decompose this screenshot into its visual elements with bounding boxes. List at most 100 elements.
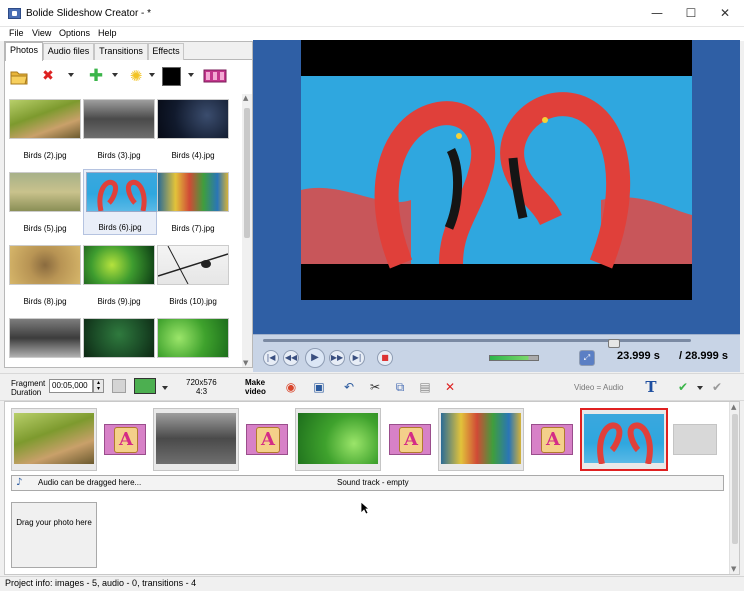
save-icon[interactable]: ▣: [311, 379, 327, 395]
effects-dropdown-icon[interactable]: [149, 73, 155, 77]
fragment-color-swatch[interactable]: [112, 379, 126, 393]
menu-view[interactable]: View: [32, 28, 51, 38]
photo-thumb[interactable]: Birds (7).jpg: [157, 172, 231, 239]
current-time: 23.999 s: [617, 350, 660, 362]
next-icon[interactable]: ▶▶: [329, 350, 345, 366]
make-video-button[interactable]: Make video: [245, 378, 275, 396]
add-dropdown-icon[interactable]: [112, 73, 118, 77]
timeline-transition[interactable]: A: [531, 424, 573, 455]
maximize-button[interactable]: ☐: [674, 0, 708, 27]
go-to-start-icon[interactable]: |◀: [263, 350, 279, 366]
photo-thumb[interactable]: Birds (2).jpg: [9, 99, 83, 166]
go-to-end-icon[interactable]: ▶|: [349, 350, 365, 366]
mouse-cursor-icon: [360, 501, 370, 515]
timeline-transition[interactable]: A: [104, 424, 146, 455]
timeline-scrollbar[interactable]: ▲ ▼: [729, 402, 739, 574]
photo-caption: Birds (7).jpg: [171, 224, 215, 233]
color-dropdown-icon[interactable]: [188, 73, 194, 77]
fullscreen-icon[interactable]: ⤢: [579, 350, 595, 366]
sound-track[interactable]: ♪ Audio can be dragged here... Sound tra…: [11, 475, 724, 491]
add-icon[interactable]: ✚: [87, 68, 105, 85]
media-tabs: Photos Audio files Transitions Effects: [5, 42, 252, 61]
transition-icon: A: [114, 427, 138, 453]
fragment-thumbnail-icon[interactable]: [134, 378, 156, 394]
apply-all-icon[interactable]: ✔: [709, 379, 725, 395]
checkmark-dropdown-icon[interactable]: [697, 386, 703, 390]
scroll-down-icon[interactable]: ▼: [731, 565, 736, 573]
paste-icon[interactable]: ▤: [417, 379, 433, 395]
filmstrip-icon[interactable]: [203, 68, 227, 85]
photo-thumb[interactable]: Birds (10).jpg: [157, 245, 231, 312]
photo-thumb[interactable]: Birds (8).jpg: [9, 245, 83, 312]
menu-help[interactable]: Help: [98, 28, 117, 38]
timeline-slide-selected[interactable]: [580, 408, 668, 471]
timeline-empty-slot[interactable]: [673, 424, 717, 455]
status-bar: Project info: images - 5, audio - 0, tra…: [0, 576, 744, 591]
music-note-icon: ♪: [16, 477, 23, 488]
total-time: / 28.999 s: [679, 350, 728, 362]
menu-bar: File View Options Help: [0, 27, 744, 41]
volume-slider[interactable]: [489, 355, 539, 361]
scrollbar-thumb[interactable]: [244, 108, 250, 238]
close-button[interactable]: ✕: [708, 0, 742, 27]
timeline-slide[interactable]: [11, 408, 97, 471]
photo-thumb[interactable]: [83, 318, 157, 367]
photo-thumb[interactable]: [9, 318, 83, 367]
tab-photos[interactable]: Photos: [5, 42, 43, 61]
photo-thumb-selected[interactable]: Birds (6).jpg: [83, 169, 158, 235]
checkmark-icon[interactable]: ✔: [675, 379, 691, 395]
timeline-slide[interactable]: [438, 408, 524, 471]
undo-icon[interactable]: ↶: [341, 379, 357, 395]
open-folder-icon[interactable]: [10, 68, 28, 85]
tab-transitions[interactable]: Transitions: [94, 43, 148, 60]
timeline-slide[interactable]: [295, 408, 381, 471]
photo-drop-zone[interactable]: Drag your photo here: [11, 502, 97, 568]
seek-slider-knob[interactable]: [608, 339, 620, 348]
effects-sun-icon[interactable]: ✺: [127, 68, 145, 85]
scrollbar-thumb[interactable]: [732, 414, 738, 544]
fragment-thumbnail-dropdown-icon[interactable]: [162, 386, 168, 390]
text-tool-icon[interactable]: T: [643, 379, 659, 395]
delete-dropdown-icon[interactable]: [68, 73, 74, 77]
duration-spinner[interactable]: ▴ ▾: [93, 379, 104, 393]
preview-stage: [301, 40, 692, 300]
make-video-icon[interactable]: ◉: [283, 379, 299, 395]
scroll-down-icon[interactable]: ▼: [243, 359, 248, 367]
tab-audio-files[interactable]: Audio files: [43, 43, 94, 60]
photo-thumb[interactable]: [157, 318, 231, 367]
previous-icon[interactable]: ◀◀: [283, 350, 299, 366]
cut-icon[interactable]: ✂: [367, 379, 383, 395]
background-color-icon[interactable]: [162, 67, 181, 86]
timeline-transition[interactable]: A: [389, 424, 431, 455]
photos-toolbar: ✖ ✚ ✺: [5, 61, 252, 93]
photo-thumb[interactable]: Birds (4).jpg: [157, 99, 231, 166]
menu-options[interactable]: Options: [59, 28, 90, 38]
stop-icon[interactable]: ■: [377, 350, 393, 366]
duration-field[interactable]: 00:05,000: [49, 379, 93, 393]
play-icon[interactable]: ▶: [305, 348, 325, 368]
photo-caption: Birds (9).jpg: [97, 297, 141, 306]
timeline-slide[interactable]: [153, 408, 239, 471]
seek-bar[interactable]: [263, 339, 691, 348]
delete-icon[interactable]: ✖: [39, 68, 57, 85]
scroll-up-icon[interactable]: ▲: [243, 94, 248, 102]
photo-caption: Birds (4).jpg: [171, 151, 215, 160]
tab-effects[interactable]: Effects: [148, 43, 184, 60]
photo-grid-scrollbar[interactable]: ▲ ▼: [242, 94, 252, 367]
aspect-label: 4:3: [196, 387, 208, 396]
photo-thumb[interactable]: Birds (3).jpg: [83, 99, 157, 166]
menu-file[interactable]: File: [9, 28, 24, 38]
title-bar: Bolide Slideshow Creator - * — ☐ ✕: [0, 0, 744, 27]
scroll-up-icon[interactable]: ▲: [731, 403, 736, 411]
timeline-transition[interactable]: A: [246, 424, 288, 455]
preview-image: [301, 40, 692, 300]
photo-image: [83, 245, 155, 285]
photo-thumb[interactable]: Birds (5).jpg: [9, 172, 83, 239]
video-equals-audio-label[interactable]: Video = Audio: [574, 383, 623, 392]
minimize-button[interactable]: —: [640, 0, 674, 27]
media-panel: Photos Audio files Transitions Effects ✖…: [4, 41, 253, 368]
photo-thumb[interactable]: Birds (9).jpg: [83, 245, 157, 312]
delete-fragment-icon[interactable]: ✕: [442, 379, 458, 395]
copy-icon[interactable]: ⧉: [392, 379, 408, 395]
slide-image: [14, 413, 94, 464]
